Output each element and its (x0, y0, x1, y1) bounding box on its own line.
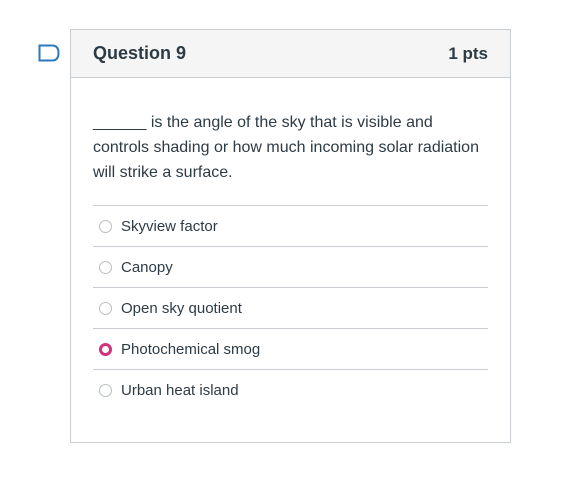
answer-label[interactable]: Urban heat island (121, 382, 239, 399)
radio-button[interactable] (99, 260, 112, 274)
answer-option[interactable]: Skyview factor (93, 206, 488, 247)
radio-button-selected[interactable] (99, 342, 112, 356)
question-title: Question 9 (93, 43, 187, 63)
question-text: ______ is the angle of the sky that is v… (93, 114, 479, 181)
radio-button[interactable] (99, 384, 112, 397)
question-card: Question 9 1 pts ______ is the angle of … (70, 29, 511, 443)
flag-question-icon[interactable] (38, 44, 60, 62)
answer-list: Skyview factor Canopy Open sky quotient … (93, 205, 488, 411)
answer-option[interactable]: Urban heat island (93, 370, 488, 411)
answer-label[interactable]: Open sky quotient (121, 300, 242, 317)
question-points: 1 pts (448, 43, 488, 63)
radio-button[interactable] (99, 219, 112, 233)
radio-button[interactable] (99, 301, 112, 315)
answer-option[interactable]: Open sky quotient (93, 288, 488, 329)
answer-option[interactable]: Photochemical smog (93, 329, 488, 370)
question-body: ______ is the angle of the sky that is v… (71, 78, 510, 411)
answer-label[interactable]: Canopy (121, 259, 173, 276)
answer-option[interactable]: Canopy (93, 247, 488, 288)
question-header: Question 9 1 pts (71, 30, 510, 78)
answer-label[interactable]: Photochemical smog (121, 341, 260, 358)
answer-label[interactable]: Skyview factor (121, 218, 218, 235)
